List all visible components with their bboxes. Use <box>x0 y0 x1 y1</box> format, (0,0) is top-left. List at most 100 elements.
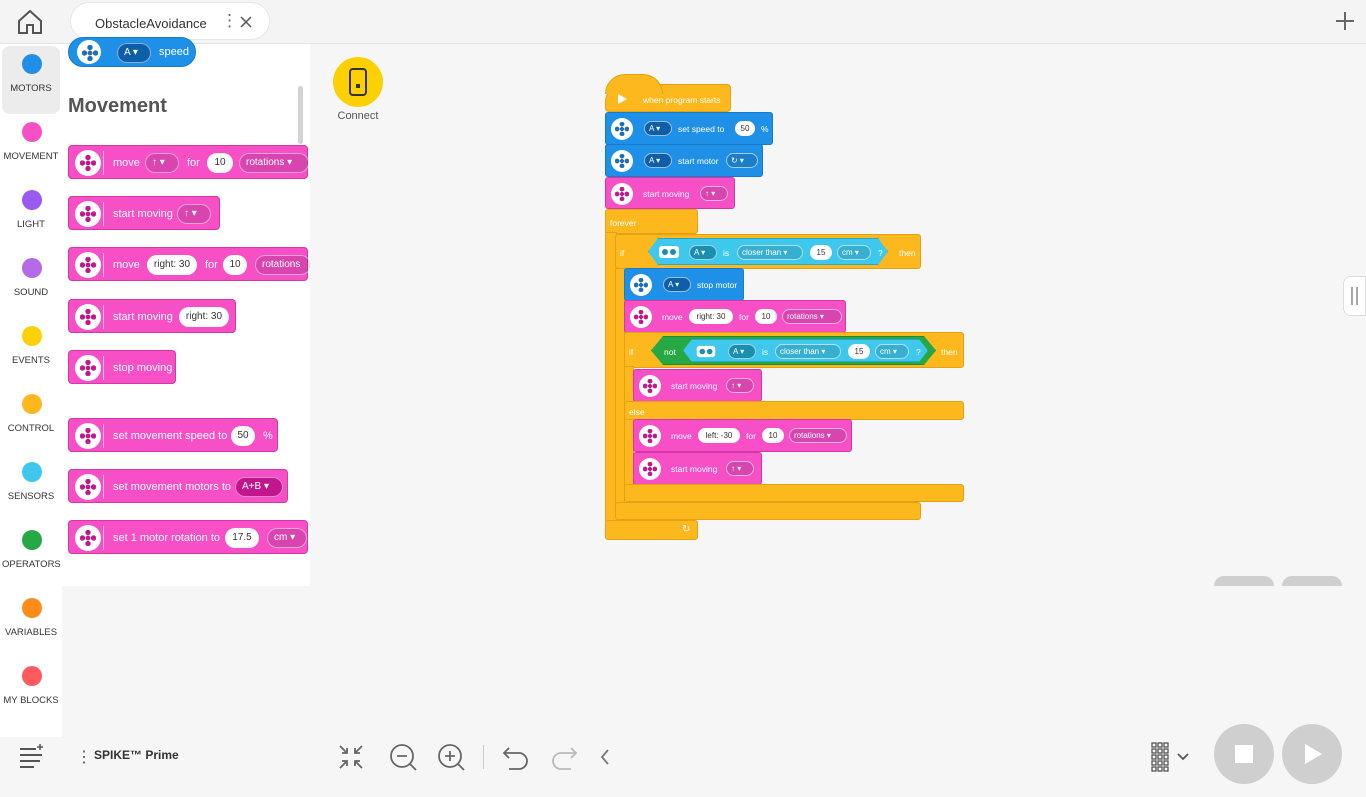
movement-icon <box>75 423 101 449</box>
start-moving-steer-block[interactable]: start moving right: 30 <box>68 299 236 333</box>
move-direction-block[interactable]: move ↑ ▾ for 10 rotations ▾ <box>68 145 309 179</box>
distance-sensor-condition[interactable]: A ▾ is closer than ▾ 15 cm ▾ ? <box>683 339 928 362</box>
unit-dropdown[interactable]: cm ▾ <box>837 245 871 260</box>
connect-label: Connect <box>337 110 379 122</box>
extensions-icon[interactable] <box>16 741 46 771</box>
port-dropdown[interactable]: A ▾ <box>689 245 717 260</box>
category-my-blocks[interactable]: MY BLOCKS <box>2 658 60 726</box>
direction-dropdown[interactable]: ↑ ▾ <box>726 378 754 393</box>
category-light[interactable]: LIGHT <box>2 182 60 250</box>
distance-input[interactable]: 15 <box>848 344 870 359</box>
side-panel-handle[interactable] <box>1343 276 1366 316</box>
set-movement-speed-block[interactable]: set movement speed to 50 % <box>68 418 278 452</box>
category-sensors[interactable]: SENSORS <box>2 454 60 522</box>
top-bar: ObstacleAvoidance ⋮ <box>0 0 1366 44</box>
stop-button[interactable] <box>1214 724 1274 784</box>
steer-input[interactable]: left: -30 <box>698 428 740 443</box>
comparison-dropdown[interactable]: closer than ▾ <box>775 344 841 359</box>
divider <box>103 305 104 329</box>
start-moving-block[interactable]: start moving ↑ ▾ <box>633 369 762 402</box>
block-label: set speed to <box>678 124 725 134</box>
direction-dropdown[interactable]: ↑ ▾ <box>726 461 754 476</box>
value-input[interactable]: 10 <box>223 255 247 275</box>
block-label: is <box>723 248 730 258</box>
direction-dropdown[interactable]: ↑ ▾ <box>145 153 179 173</box>
hub-type-label[interactable]: SPIKE™ Prime <box>94 748 179 762</box>
start-moving-block[interactable]: start moving ↑ ▾ <box>633 452 762 485</box>
unit-dropdown[interactable]: rotations ▾ <box>789 428 847 443</box>
block-label: set movement motors to <box>113 481 231 493</box>
block-label: % <box>263 430 273 442</box>
move-steer-block[interactable]: move right: 30 for 10 rotations ▾ <box>624 300 846 333</box>
run-button[interactable] <box>1282 724 1342 784</box>
start-motor-block[interactable]: A ▾ start motor ↻ ▾ <box>605 144 763 177</box>
category-variables[interactable]: VARIABLES <box>2 590 60 658</box>
close-icon[interactable] <box>239 15 253 29</box>
movement-dot-icon <box>22 122 42 142</box>
redo-icon[interactable] <box>549 742 579 772</box>
distance-input[interactable]: 15 <box>810 245 832 260</box>
port-dropdown[interactable]: A ▾ <box>644 121 672 136</box>
hub-menu-icon[interactable]: ⋮ <box>76 747 92 767</box>
port-dropdown[interactable]: A ▾ <box>728 344 756 359</box>
tab-menu-icon[interactable]: ⋮ <box>221 11 238 31</box>
move-steer-block[interactable]: move left: -30 for 10 rotations ▾ <box>633 419 852 452</box>
forever-block[interactable]: forever <box>605 209 698 234</box>
movement-icon <box>75 355 101 381</box>
port-dropdown[interactable]: A ▾ <box>117 43 151 63</box>
unit-dropdown[interactable]: rotations ▾ <box>239 153 309 173</box>
value-input[interactable]: 10 <box>762 428 784 443</box>
project-tab[interactable]: ObstacleAvoidance ⋮ <box>70 2 270 40</box>
stop-motor-block[interactable]: A ▾ stop motor <box>624 268 744 301</box>
zoom-in-icon[interactable] <box>436 742 466 772</box>
category-operators[interactable]: OPERATORS <box>2 522 61 590</box>
comparison-dropdown[interactable]: closer than ▾ <box>737 245 803 260</box>
start-moving-block[interactable]: start moving ↑ ▾ <box>68 196 220 230</box>
unit-dropdown[interactable]: rotations <box>255 255 311 275</box>
motors-dropdown[interactable]: A+B ▾ <box>235 477 283 497</box>
connect-button[interactable] <box>333 57 383 107</box>
set-motor-rotation-block[interactable]: set 1 motor rotation to 17.5 cm ▾ <box>68 520 308 554</box>
project-title[interactable]: ObstacleAvoidance <box>95 16 207 31</box>
set-movement-motors-block[interactable]: set movement motors to A+B ▾ <box>68 469 288 503</box>
category-label: VARIABLES <box>4 627 58 638</box>
home-icon[interactable] <box>16 9 44 35</box>
motor-speed-reporter-block[interactable]: A ▾ speed <box>68 37 196 67</box>
steer-input[interactable]: right: 30 <box>689 309 733 324</box>
palette-scrollbar[interactable] <box>298 86 303 144</box>
value-input[interactable]: 17.5 <box>225 528 259 548</box>
category-sound[interactable]: SOUND <box>2 250 60 318</box>
port-dropdown[interactable]: A ▾ <box>644 153 672 168</box>
motors-dot-icon <box>22 54 42 74</box>
hub-matrix-icon[interactable] <box>1150 741 1192 773</box>
port-dropdown[interactable]: A ▾ <box>663 277 691 292</box>
category-control[interactable]: CONTROL <box>2 386 60 454</box>
unit-dropdown[interactable]: cm ▾ <box>875 344 909 359</box>
value-input[interactable]: 50 <box>231 426 255 446</box>
direction-dropdown[interactable]: ↑ ▾ <box>177 204 211 224</box>
steer-input[interactable]: right: 30 <box>179 307 229 327</box>
new-tab-plus-icon[interactable] <box>1334 10 1356 32</box>
direction-dropdown[interactable]: ↑ ▾ <box>700 186 728 201</box>
unit-dropdown[interactable]: cm ▾ <box>267 528 307 548</box>
collapse-icon[interactable] <box>336 742 366 772</box>
direction-dropdown[interactable]: ↻ ▾ <box>726 153 758 168</box>
speed-input[interactable]: 50 <box>735 121 755 136</box>
category-movement[interactable]: MOVEMENT <box>2 114 60 182</box>
start-moving-block[interactable]: start moving ↑ ▾ <box>605 177 735 209</box>
play-flag-icon <box>618 94 627 104</box>
set-speed-block[interactable]: A ▾ set speed to 50 % <box>605 112 773 145</box>
steer-input[interactable]: right: 30 <box>147 255 197 275</box>
zoom-out-icon[interactable] <box>388 742 418 772</box>
category-motors[interactable]: MOTORS <box>2 46 60 114</box>
category-events[interactable]: EVENTS <box>2 318 60 386</box>
unit-dropdown[interactable]: rotations ▾ <box>782 309 842 324</box>
value-input[interactable]: 10 <box>755 309 777 324</box>
value-input[interactable]: 10 <box>207 153 233 173</box>
move-steer-block[interactable]: move right: 30 for 10 rotations <box>68 247 311 281</box>
stop-moving-block[interactable]: stop moving <box>68 350 176 384</box>
undo-icon[interactable] <box>501 742 531 772</box>
distance-sensor-condition[interactable]: A ▾ is closer than ▾ 15 cm ▾ ? <box>648 238 888 265</box>
chevron-left-icon[interactable] <box>596 742 626 772</box>
block-label: ? <box>878 248 883 258</box>
